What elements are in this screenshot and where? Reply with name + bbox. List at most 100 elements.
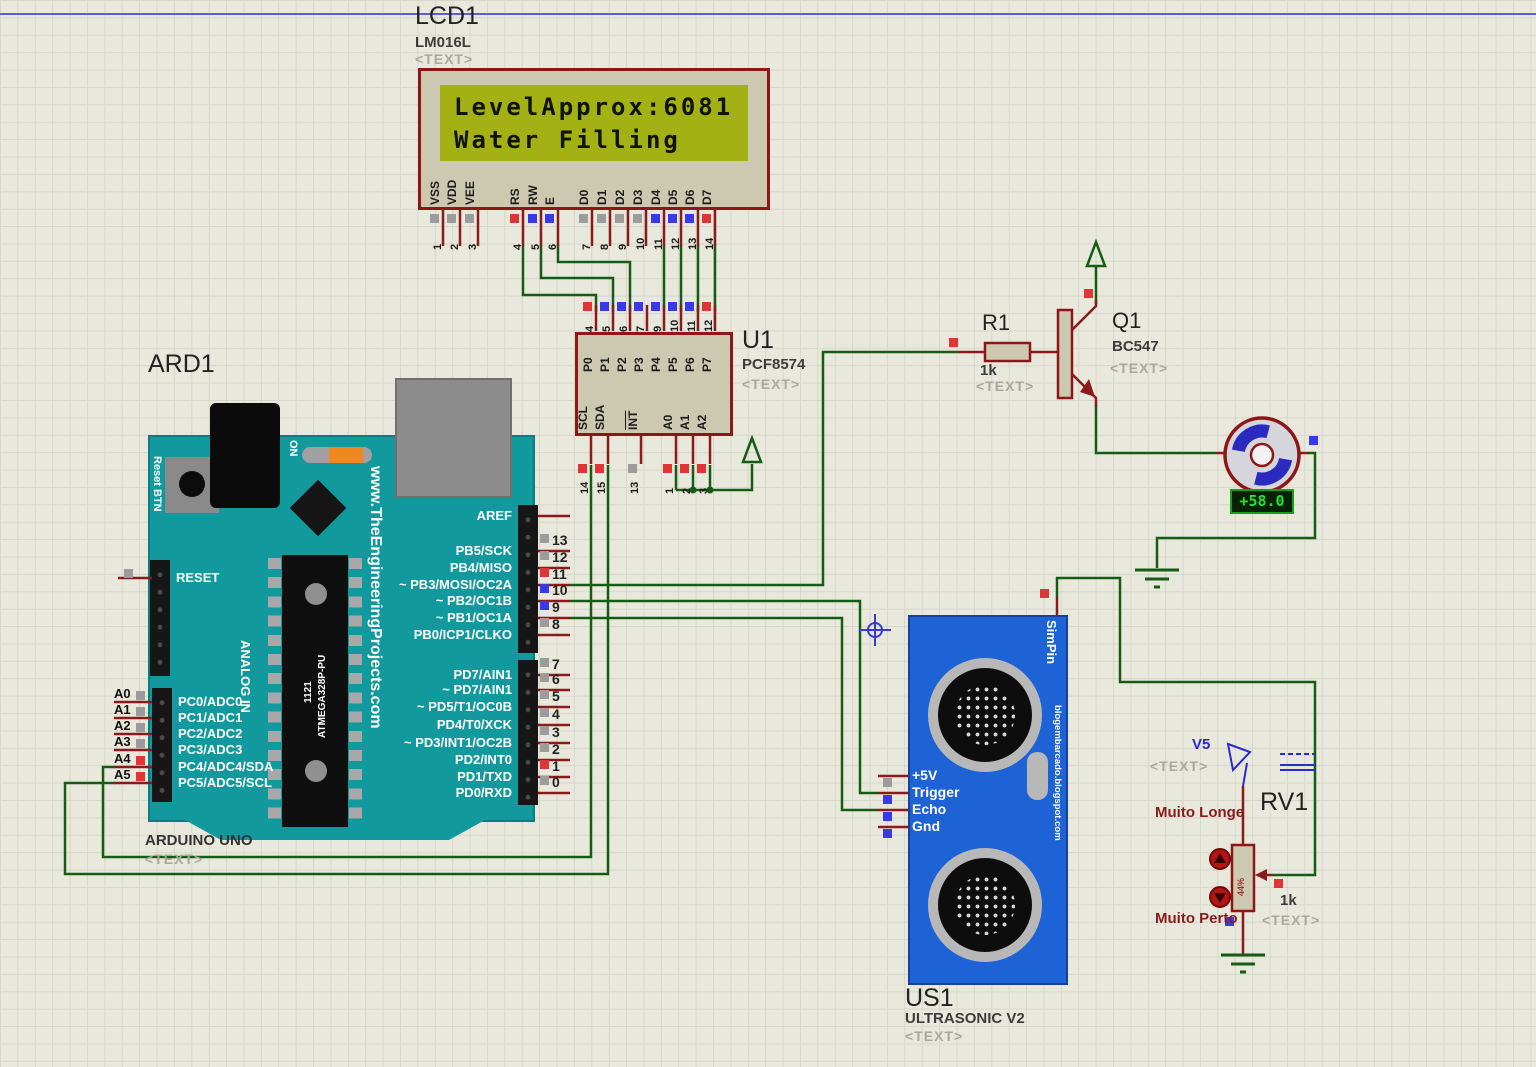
lcd-pin-number: 2 — [449, 224, 463, 250]
rv1-increase-button[interactable] — [1210, 849, 1230, 869]
v5-ref-label: V5 — [1192, 736, 1210, 753]
arduino-pin-label: ~ PB2/OC1B — [296, 593, 512, 608]
resistor-symbol-r1[interactable] — [958, 343, 1058, 361]
rv1-far-label: Muito Longe — [1155, 804, 1244, 821]
rv1-ref-label: RV1 — [1260, 788, 1308, 817]
pin-state-indicator — [651, 214, 660, 223]
pin-state-indicator — [883, 829, 892, 838]
pin-state-indicator — [528, 214, 537, 223]
pin-state-indicator — [540, 743, 549, 752]
motor_right-state-indicator — [1309, 436, 1318, 445]
rv1-value-label: 1k — [1280, 892, 1297, 909]
lcd-pin-name: D3 — [631, 159, 647, 205]
arduino-analog-pin-label: PC2/ADC2 — [178, 726, 242, 741]
arduino-pin-label: ~ PD5/T1/OC0B — [296, 699, 512, 714]
arduino-pin-number: 6 — [552, 671, 560, 687]
q1_collector-state-indicator — [1084, 289, 1093, 298]
transducer-mesh — [938, 668, 1032, 762]
v5-source-symbol[interactable] — [1228, 744, 1316, 786]
lcd-pin-number: 10 — [635, 224, 649, 250]
pin-state-indicator — [583, 302, 592, 311]
pin-state-indicator — [697, 464, 706, 473]
arduino-pin-label: PD1/TXD — [296, 769, 512, 784]
arduino-pin-number: 2 — [552, 741, 560, 757]
q1-model-label: BC547 — [1112, 338, 1159, 355]
lcd-screen: LevelApprox:6081 Water Filling — [440, 85, 748, 161]
arduino-analog-pin-number: A2 — [114, 718, 131, 733]
motor-symbol[interactable] — [1216, 418, 1308, 492]
lcd-pin-name: RS — [508, 159, 524, 205]
pin-state-indicator — [540, 690, 549, 699]
rv1-near-label: Muito Perto — [1155, 910, 1238, 927]
arduino-ref-label: ARD1 — [148, 350, 215, 379]
transistor-symbol-q1[interactable] — [1058, 300, 1096, 406]
arduino-pin-number: 3 — [552, 724, 560, 740]
ultrasonic-transducer-bottom — [928, 848, 1042, 962]
r1-ref-label: R1 — [982, 310, 1010, 336]
pin-state-indicator — [883, 795, 892, 804]
us1-text-placeholder: <TEXT> — [905, 1028, 963, 1044]
crystal-slot — [1027, 752, 1048, 800]
us1-pin-label: Echo — [912, 801, 946, 817]
pin-state-indicator — [668, 302, 677, 311]
schematic-canvas[interactable]: LCD1 LM016L <TEXT> LevelApprox:6081 Wate… — [0, 0, 1536, 1067]
motor-rpm-display: +58.0 — [1230, 489, 1294, 514]
u1-pin-name: A0 — [661, 392, 677, 430]
arduino-pin-number: 4 — [552, 706, 560, 722]
arduino-analog-pin-label: PC0/ADC0 — [178, 694, 242, 709]
lcd-pin-name: E — [543, 159, 559, 205]
digital-header-upper[interactable] — [518, 505, 538, 653]
reset-button[interactable] — [179, 471, 205, 497]
pin-state-indicator — [579, 214, 588, 223]
v5-text-placeholder: <TEXT> — [1150, 758, 1208, 774]
pin-state-indicator — [540, 726, 549, 735]
barrel-jack — [210, 403, 280, 508]
pin-state-indicator — [540, 568, 549, 577]
arduino-analog-pin-number: A5 — [114, 767, 131, 782]
digital-header-lower[interactable] — [518, 660, 538, 805]
u1-ref-label: U1 — [742, 326, 774, 355]
lcd-pin-name: D2 — [613, 159, 629, 205]
usb-connector — [395, 378, 512, 498]
u1-pin-name: A1 — [678, 392, 694, 430]
us1-pin-label: Trigger — [912, 784, 959, 800]
lcd-pin-name: D0 — [577, 159, 593, 205]
lcd-pin-name: D4 — [649, 159, 665, 205]
pin-state-indicator — [540, 760, 549, 769]
window-edge-line — [0, 13, 1536, 15]
u1-text-placeholder: <TEXT> — [742, 376, 800, 392]
arduino-pin-label: ~ PD7/AIN1 — [296, 682, 512, 697]
arduino-pin-number: 7 — [552, 656, 560, 672]
r1_left-state-indicator — [949, 338, 958, 347]
arduino-pin-label: PB0/ICP1/CLKO — [296, 627, 512, 642]
arduino-analog-pin-number: A3 — [114, 734, 131, 749]
pin-state-indicator — [617, 302, 626, 311]
lcd-ref-label: LCD1 — [415, 2, 479, 31]
us1-pin-label: Gnd — [912, 818, 940, 834]
ultrasonic-transducer-top — [928, 658, 1042, 772]
lcd-display-line1: LevelApprox:6081 — [454, 91, 748, 124]
arduino-pin-label: PB5/SCK — [296, 543, 512, 558]
r1-text-placeholder: <TEXT> — [976, 378, 1034, 394]
pin-state-indicator — [136, 691, 145, 700]
pin-state-indicator — [510, 214, 519, 223]
q1-text-placeholder: <TEXT> — [1110, 360, 1168, 376]
lcd-pin-number: 9 — [617, 224, 631, 250]
lcd-pin-number: 13 — [687, 224, 701, 250]
pin-state-indicator — [633, 214, 642, 223]
analog-header[interactable] — [152, 688, 172, 802]
arduino-pin-label: PD7/AIN1 — [296, 667, 512, 682]
pin-state-indicator — [136, 756, 145, 765]
u1-pin-name: A2 — [695, 392, 711, 430]
u1-pin-name: SDA — [593, 392, 609, 430]
arduino-text-placeholder: <TEXT> — [145, 851, 203, 867]
pin-state-indicator — [465, 214, 474, 223]
arduino-board-name: ARDUINO UNO — [145, 832, 253, 849]
arduino-pin-label: PD4/T0/XCK — [296, 717, 512, 732]
reset-header[interactable] — [150, 560, 170, 676]
pin-state-indicator — [595, 464, 604, 473]
pin-state-indicator — [685, 214, 694, 223]
pin-state-indicator — [597, 214, 606, 223]
pin-state-indicator — [702, 302, 711, 311]
rv1-decrease-button[interactable] — [1210, 887, 1230, 907]
